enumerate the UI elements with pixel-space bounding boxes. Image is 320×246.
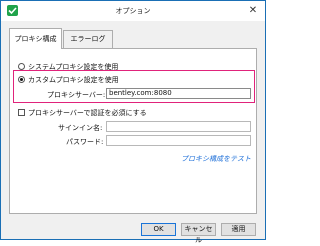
test-proxy-link[interactable]: プロキシ構成をテスト [181, 154, 251, 164]
require-auth-checkbox[interactable] [18, 109, 25, 116]
system-proxy-radio[interactable] [18, 63, 25, 70]
tab-error-log[interactable]: エラーログ [63, 30, 113, 49]
tab-proxy-config[interactable]: プロキシ構成 [9, 28, 62, 49]
require-auth-label: プロキシサーバーで認証を必須にする [28, 109, 147, 117]
signin-input[interactable] [106, 121, 251, 132]
title-bar: オプション ✕ [1, 1, 265, 21]
ok-button[interactable]: OK [141, 223, 176, 236]
password-input[interactable] [106, 135, 251, 146]
signin-label: サインイン名: [58, 124, 103, 132]
close-icon[interactable]: ✕ [246, 4, 260, 18]
options-dialog: オプション ✕ プロキシ構成 エラーログ システムプロキシ設定を使用 カスタムプ… [0, 0, 266, 244]
cancel-button[interactable]: キャンセル [181, 223, 216, 244]
custom-proxy-highlight [13, 70, 255, 103]
password-label: パスワード: [66, 138, 104, 146]
window-title: オプション [115, 7, 151, 15]
apply-button[interactable]: 適用 [221, 223, 256, 236]
